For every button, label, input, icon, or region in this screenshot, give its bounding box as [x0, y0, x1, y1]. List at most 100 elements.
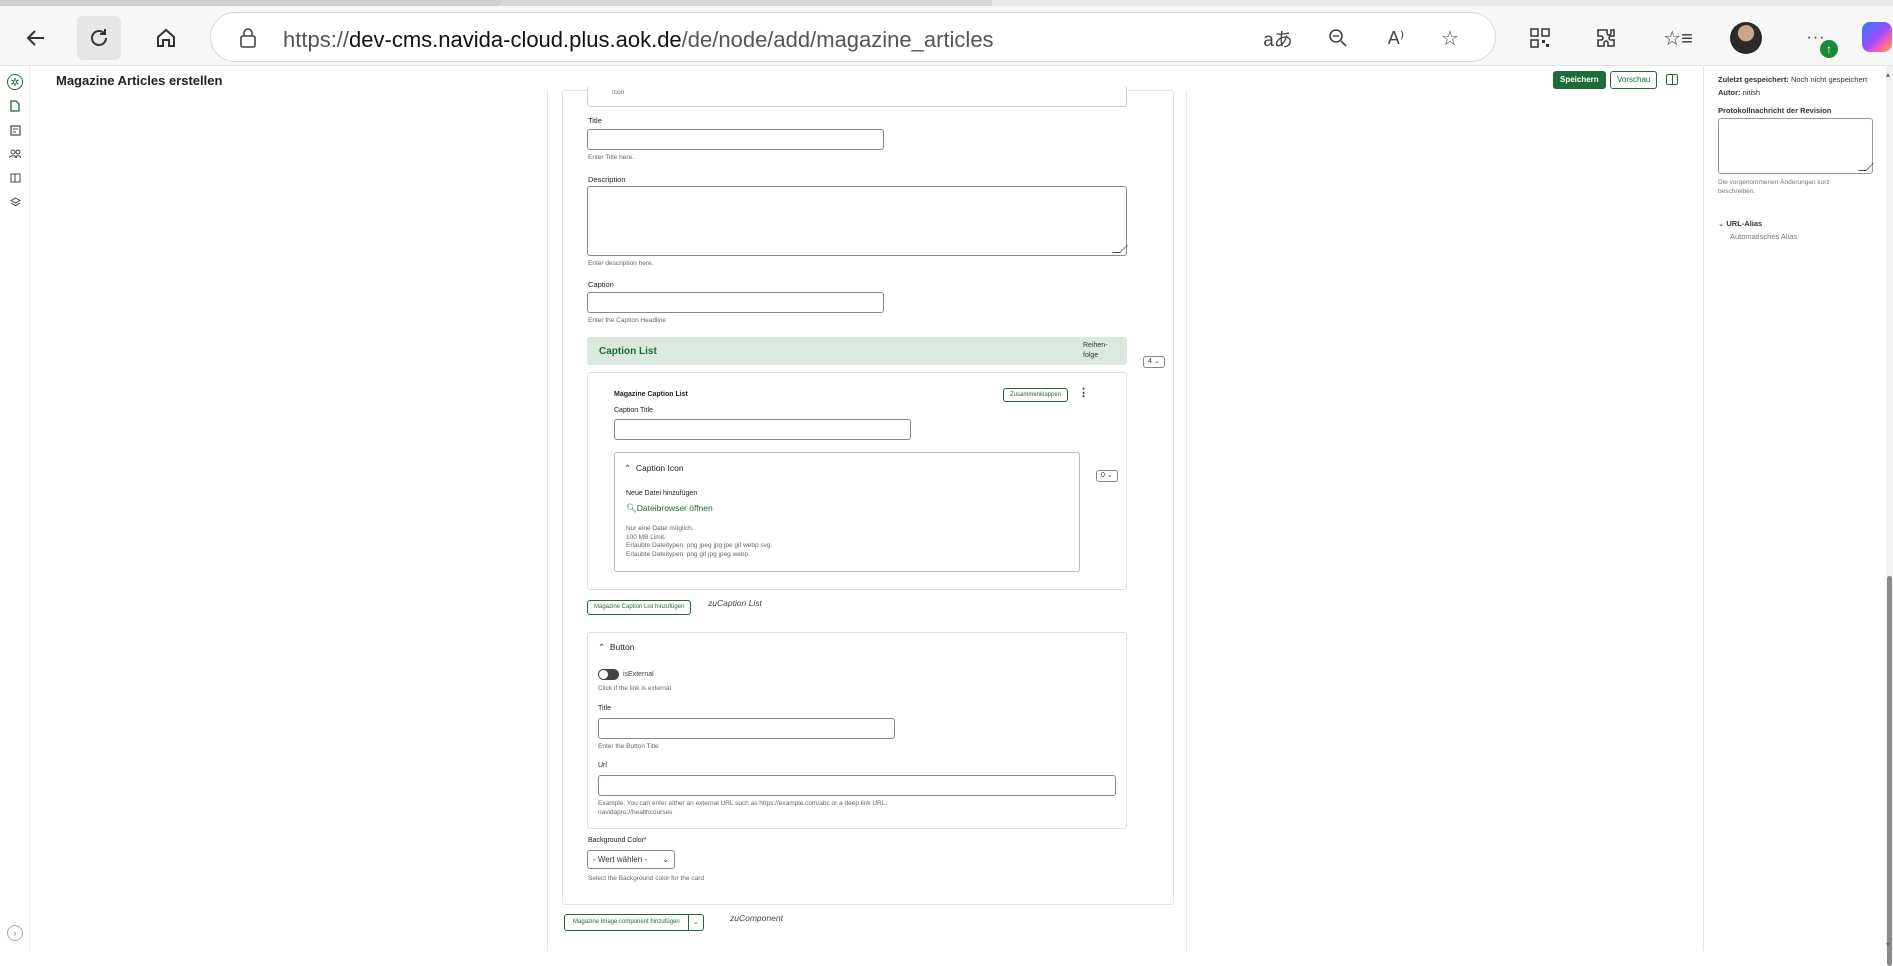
collapse-button[interactable]: Zusammenklappen — [1003, 388, 1069, 402]
resize-handle-icon[interactable] — [1112, 245, 1128, 253]
file-browser-link[interactable]: 🔍︎Dateibrowser öffnen — [626, 503, 713, 514]
layout-icon[interactable] — [7, 170, 23, 186]
background-color-label-text: Background Color — [588, 837, 645, 844]
chevron-down-icon[interactable]: ⌄ — [1718, 219, 1724, 228]
required-marker: * — [644, 837, 647, 844]
caption-list-weight-value: 4 — [1148, 358, 1152, 365]
url-alias-toggle[interactable]: ⌄ URL-Alias — [1718, 219, 1762, 228]
translate-icon[interactable]: aあ — [1263, 23, 1293, 53]
profile-avatar[interactable] — [1730, 22, 1762, 54]
reorder-label[interactable]: Reihen-folge — [1083, 341, 1108, 361]
back-button[interactable] — [14, 16, 58, 60]
update-badge-icon[interactable]: ↑ — [1820, 40, 1838, 58]
layers-icon[interactable] — [7, 194, 23, 210]
caption-input[interactable] — [587, 292, 884, 313]
add-component-prefix: zu — [730, 913, 739, 923]
users-icon[interactable] — [7, 146, 23, 162]
revision-hint-line: beschreiben. — [1718, 187, 1756, 195]
description-hint: Enter description here. — [588, 260, 654, 267]
add-to-component-label: zuComponent — [730, 913, 783, 923]
url-prefix: https:// — [283, 27, 350, 52]
favorites-list-icon[interactable]: ☆≡ — [1662, 22, 1694, 54]
description-textarea[interactable] — [587, 186, 1128, 256]
reorder-label-line-2: folge — [1083, 352, 1099, 359]
caption-title-label: Caption Title — [614, 407, 653, 414]
add-component-target: Component — [738, 913, 783, 923]
caption-title-input[interactable] — [614, 419, 911, 440]
url-alias-value: Automatisches Alias — [1730, 232, 1798, 241]
url-input[interactable] — [598, 775, 1116, 796]
toggle-sidebar-icon[interactable] — [1666, 74, 1678, 85]
address-bar[interactable]: https://dev-cms.navida-cloud.plus.aok.de… — [210, 12, 1496, 62]
url-hint-line: Example: You can enter either an externa… — [598, 800, 888, 807]
page-title: Magazine Articles erstellen — [56, 73, 223, 88]
caption-list-heading: Caption List — [599, 346, 657, 357]
author-label: Autor: — [1718, 88, 1741, 97]
add-component-button[interactable]: Magazine Image component hinzufügen — [565, 915, 689, 930]
last-saved: Zuletzt gespeichert: Noch nicht gespeich… — [1718, 75, 1867, 84]
media-icon[interactable] — [7, 122, 23, 138]
scroll-down-icon[interactable]: ▾ — [1886, 940, 1890, 949]
search-icon: 🔍︎ — [626, 503, 637, 513]
lock-icon[interactable] — [233, 23, 263, 53]
revision-hint-line: Die vorgenommenen Änderungen kurz — [1718, 179, 1830, 186]
isexternal-label: isExternal — [623, 671, 654, 678]
zoom-out-icon[interactable] — [1323, 23, 1353, 53]
extensions-icon[interactable] — [1590, 22, 1622, 54]
file-rule: Nur eine Datei möglich. — [626, 525, 694, 532]
copilot-icon[interactable] — [1862, 22, 1892, 52]
author-value: nitish — [1742, 88, 1761, 97]
scrollbar-thumb[interactable] — [1887, 576, 1892, 966]
chevron-up-icon[interactable]: ⌃ — [624, 463, 631, 473]
button-title-hint: Enter the Button Title — [598, 743, 659, 750]
save-button[interactable]: Speichern — [1553, 71, 1606, 89]
caption-icon-toggle[interactable]: ⌃ Caption Icon — [624, 463, 684, 474]
title-input[interactable] — [587, 129, 884, 150]
chevron-down-icon: ⌄ — [662, 855, 669, 864]
revision-textarea[interactable] — [1718, 118, 1874, 174]
button-title-input[interactable] — [598, 718, 895, 739]
url-text[interactable]: https://dev-cms.navida-cloud.plus.aok.de… — [283, 27, 994, 53]
expand-sidebar-icon[interactable]: › — [7, 925, 23, 941]
add-component-split-button[interactable]: Magazine Image component hinzufügen ⌄ — [564, 914, 704, 931]
document-icon[interactable] — [7, 98, 23, 114]
refresh-button[interactable] — [77, 16, 121, 60]
file-rules: Nur eine Datei möglich. 100 MB Limit. Er… — [626, 525, 772, 559]
page-scrollbar[interactable]: ▴ ▾ — [1886, 66, 1893, 966]
file-rule: Erlaubte Dateitypen: png gif jpg jpeg we… — [626, 550, 750, 558]
last-saved-value: Noch nicht gespeichert — [1790, 75, 1868, 84]
admin-sidebar: ✲ › — [0, 66, 30, 951]
author: Autor: nitish — [1718, 88, 1760, 97]
title-hint: Enter Title here. — [588, 154, 634, 161]
more-options-icon[interactable]: ⋮ — [1078, 386, 1089, 399]
button-section-toggle[interactable]: ⌃ Button — [598, 642, 634, 653]
qr-code-icon[interactable] — [1524, 22, 1556, 54]
chevron-down-icon[interactable]: ⌄ — [689, 915, 703, 930]
scroll-up-icon[interactable]: ▴ — [1886, 70, 1890, 79]
home-button[interactable] — [144, 16, 188, 60]
add-to-prefix: zu — [708, 598, 717, 608]
button-title-label: Title — [598, 705, 611, 712]
chevron-up-icon[interactable]: ⌃ — [598, 642, 605, 652]
revision-hint: Die vorgenommenen Änderungen kurz beschre… — [1718, 179, 1830, 196]
add-caption-list-button[interactable]: Magazine Caption List hinzufügen — [587, 600, 692, 615]
url-hint: Example: You can enter either an externa… — [598, 800, 887, 817]
background-color-select[interactable]: - Wert wählen - ⌄ — [587, 850, 675, 869]
isexternal-toggle[interactable] — [598, 669, 619, 680]
read-aloud-icon[interactable]: A⁾ — [1381, 23, 1411, 53]
browser-toolbar: https://dev-cms.navida-cloud.plus.aok.de… — [0, 6, 1893, 66]
preview-button[interactable]: Vorschau — [1610, 71, 1658, 89]
isexternal-hint: Click if the link is external — [598, 685, 671, 692]
caption-icon-weight-value: 0 — [1101, 472, 1105, 479]
url-domain: dev-cms.navida-cloud.plus.aok.de — [349, 27, 682, 52]
caption-icon-weight-select[interactable]: 0 ⌄ — [1096, 470, 1118, 482]
aok-logo-icon[interactable]: ✲ — [7, 74, 23, 90]
url-hint-line: navidapro://healthcourses — [598, 808, 673, 816]
resize-handle-icon[interactable] — [1858, 163, 1874, 171]
favorite-star-icon[interactable]: ☆ — [1435, 23, 1465, 53]
caption-list-weight-select[interactable]: 4 ⌄ — [1143, 356, 1165, 368]
home-icon — [157, 28, 175, 47]
caption-list-header: Caption List Reihen-folge — [587, 337, 1127, 365]
caption-hint: Enter the Caption Headline — [588, 317, 667, 324]
icon-field-remnant[interactable] — [587, 86, 1127, 107]
